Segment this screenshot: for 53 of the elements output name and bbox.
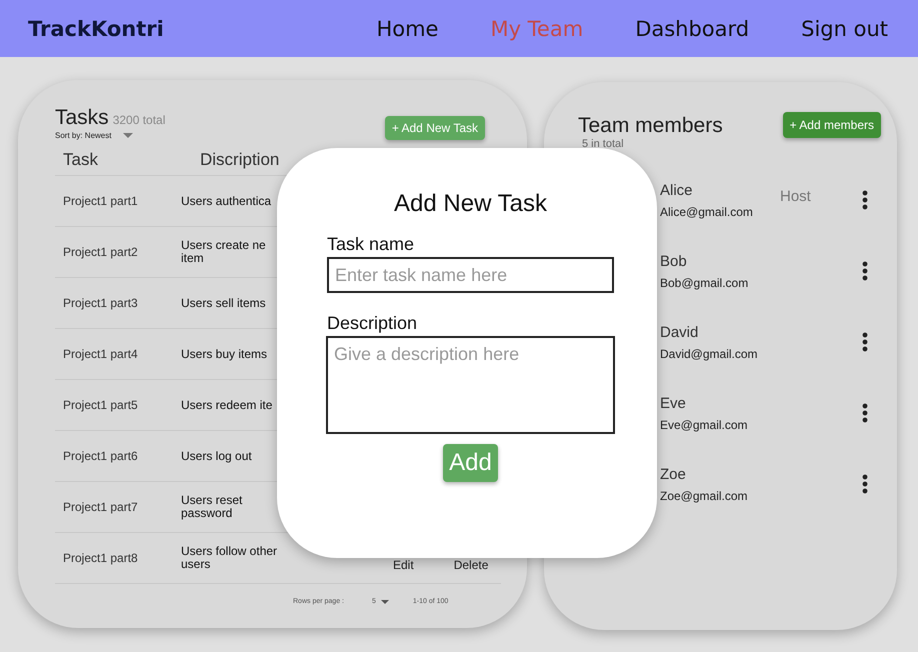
dialog-title: Add New Task — [393, 190, 548, 218]
table-cell-text: Project1 part8 — [62, 551, 139, 565]
more-options-icon[interactable] — [862, 190, 868, 210]
more-options-icon[interactable] — [862, 403, 868, 423]
field-label: Description — [327, 313, 418, 334]
table-cell-text: Project1 part2 — [62, 245, 139, 259]
table-cell-text: Users sell items — [181, 296, 267, 310]
member-email: Alice@gmail.com — [660, 205, 754, 219]
more-options-icon[interactable] — [862, 332, 868, 352]
more-options-icon[interactable] — [862, 261, 868, 281]
nav-link[interactable]: Dashboard — [635, 16, 750, 40]
table-cell-text: Project1 part7 — [62, 500, 139, 514]
caret-icon[interactable] — [380, 600, 389, 604]
input-field[interactable]: Give a description here — [326, 336, 615, 434]
nav-link[interactable]: Home — [376, 16, 438, 40]
more-options-icon[interactable] — [862, 474, 868, 494]
table-cell-text: Users buy items — [181, 348, 268, 360]
member-name: Eve — [660, 395, 687, 412]
table-cell-text: Project1 part6 — [62, 449, 139, 463]
table-cell-text: Users create ne item — [181, 239, 267, 265]
row-action-link[interactable]: Delete — [454, 558, 488, 572]
member-name: Alice — [660, 182, 694, 199]
table-cell-text: Users follow other users — [181, 545, 278, 571]
sort-label[interactable]: Sort by: Newest — [55, 131, 112, 140]
member-role: Host — [780, 188, 811, 205]
table-cell-text: Project1 part5 — [62, 398, 139, 412]
nav-link[interactable]: Sign out — [801, 16, 888, 40]
member-email: Eve@gmail.com — [660, 418, 749, 432]
row-action-link[interactable]: Edit — [393, 558, 414, 572]
member-name: Zoe — [660, 466, 687, 483]
table-cell-text: Project1 part1 — [62, 194, 139, 208]
task-count: 3200 total — [112, 113, 166, 127]
member-email: Bob@gmail.com — [660, 276, 750, 290]
table-cell-text: Project1 part4 — [62, 347, 139, 361]
team-title: Team members — [578, 114, 723, 138]
table-cell-text: Project1 part3 — [62, 296, 139, 310]
member-count: 5 in total — [582, 138, 625, 150]
logo[interactable]: TrackKontri — [28, 16, 164, 40]
column-header: Task — [62, 150, 99, 170]
tasks-title: Tasks — [55, 106, 109, 130]
member-name: Bob — [660, 253, 688, 270]
column-header: Discription — [200, 150, 280, 170]
table-cell-text: Users authentica — [181, 194, 272, 208]
table-cell-text: Users reset password — [181, 494, 244, 520]
field-label: Task name — [327, 234, 416, 255]
member-email: Zoe@gmail.com — [660, 489, 749, 503]
member-name: David — [660, 324, 700, 341]
table-cell-text: Users redeem ite — [181, 398, 274, 412]
table-cell-text: Users log out — [181, 450, 253, 462]
member-email: David@gmail.com — [660, 347, 759, 361]
add-members-button[interactable]: + Add members — [782, 112, 881, 138]
caret-icon[interactable] — [123, 133, 134, 138]
input-field[interactable]: Enter task name here — [327, 257, 614, 293]
